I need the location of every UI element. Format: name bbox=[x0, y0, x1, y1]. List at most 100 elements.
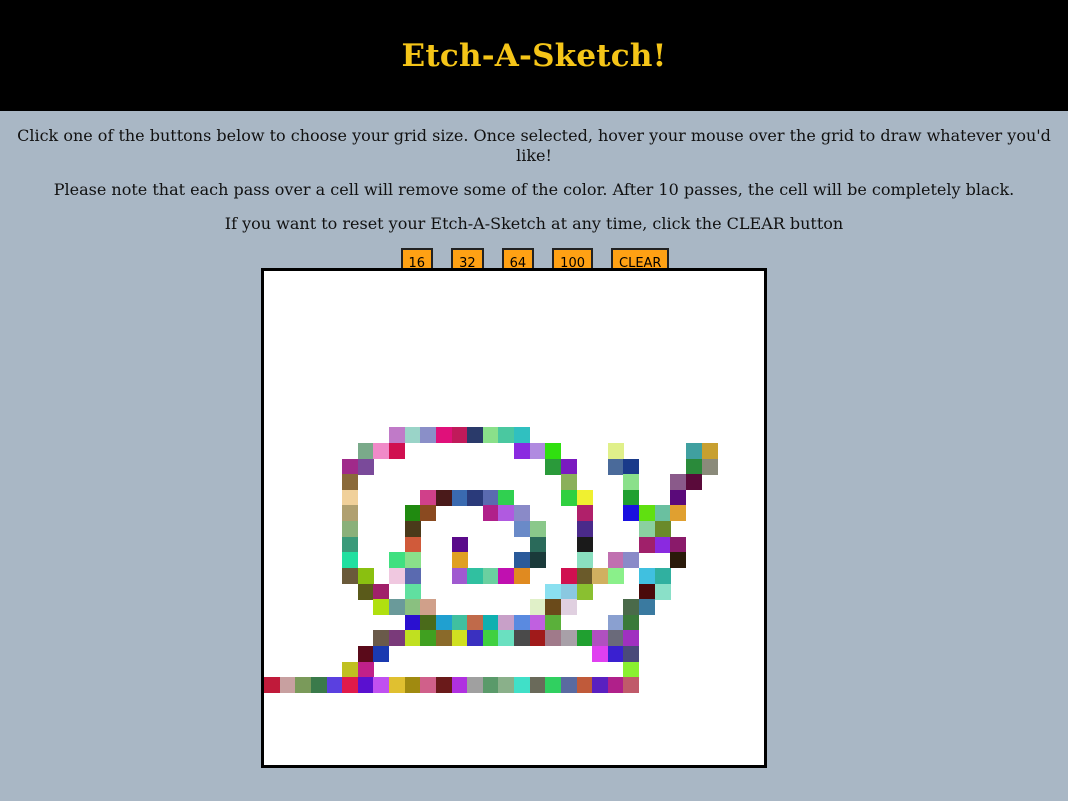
grid-cell[interactable] bbox=[467, 489, 484, 506]
grid-cell[interactable] bbox=[514, 567, 530, 584]
grid-cell[interactable] bbox=[498, 677, 515, 694]
grid-cell[interactable] bbox=[498, 427, 515, 444]
grid-cell[interactable] bbox=[623, 614, 640, 631]
grid-cell[interactable] bbox=[529, 630, 546, 647]
grid-cell[interactable] bbox=[576, 536, 593, 553]
grid-cell[interactable] bbox=[404, 567, 421, 584]
grid-cell[interactable] bbox=[607, 458, 624, 475]
grid-cell[interactable] bbox=[623, 599, 640, 616]
grid-cell[interactable] bbox=[623, 630, 640, 647]
grid-cell[interactable] bbox=[451, 489, 468, 506]
grid-cell[interactable] bbox=[373, 442, 390, 459]
grid-cell[interactable] bbox=[498, 505, 515, 522]
grid-cell[interactable] bbox=[514, 614, 530, 631]
grid-cell[interactable] bbox=[701, 442, 718, 459]
grid-cell[interactable] bbox=[404, 552, 421, 569]
grid-cell[interactable] bbox=[357, 661, 374, 678]
grid-cell[interactable] bbox=[342, 567, 359, 584]
grid-cell[interactable] bbox=[357, 567, 374, 584]
grid-cell[interactable] bbox=[467, 567, 484, 584]
grid-cell[interactable] bbox=[607, 646, 624, 662]
grid-cell[interactable] bbox=[639, 536, 655, 553]
grid-cell[interactable] bbox=[373, 583, 390, 600]
grid-cell[interactable] bbox=[404, 521, 421, 537]
grid-cell[interactable] bbox=[420, 427, 437, 444]
grid-cell[interactable] bbox=[623, 474, 640, 491]
grid-cell[interactable] bbox=[435, 630, 452, 647]
grid-cell[interactable] bbox=[607, 552, 624, 569]
grid-cell[interactable] bbox=[451, 536, 468, 553]
grid-cell[interactable] bbox=[607, 614, 624, 631]
grid-cell[interactable] bbox=[342, 474, 359, 491]
grid-cell[interactable] bbox=[342, 505, 359, 522]
grid-cell[interactable] bbox=[514, 677, 530, 694]
grid-cell[interactable] bbox=[685, 458, 702, 475]
grid-cell[interactable] bbox=[514, 427, 530, 444]
grid-cell[interactable] bbox=[623, 458, 640, 475]
grid-cell[interactable] bbox=[482, 427, 499, 444]
grid-cell[interactable] bbox=[373, 677, 390, 694]
grid-cell[interactable] bbox=[576, 583, 593, 600]
grid-cell[interactable] bbox=[560, 630, 577, 647]
grid-cell[interactable] bbox=[389, 427, 405, 444]
grid-cell[interactable] bbox=[357, 442, 374, 459]
grid-cell[interactable] bbox=[357, 583, 374, 600]
grid-cell[interactable] bbox=[467, 614, 484, 631]
grid-cell[interactable] bbox=[545, 630, 562, 647]
grid-cell[interactable] bbox=[326, 677, 343, 694]
grid-cell[interactable] bbox=[607, 630, 624, 647]
grid-cell[interactable] bbox=[545, 583, 562, 600]
grid-cell[interactable] bbox=[607, 677, 624, 694]
grid-cell[interactable] bbox=[342, 521, 359, 537]
grid-cell[interactable] bbox=[639, 521, 655, 537]
grid-cell[interactable] bbox=[592, 646, 609, 662]
grid-cell[interactable] bbox=[576, 677, 593, 694]
grid-cell[interactable] bbox=[576, 552, 593, 569]
grid-cell[interactable] bbox=[514, 521, 530, 537]
grid-cell[interactable] bbox=[529, 614, 546, 631]
grid-cell[interactable] bbox=[420, 614, 437, 631]
grid-cell[interactable] bbox=[670, 489, 687, 506]
grid-cell[interactable] bbox=[623, 489, 640, 506]
grid-cell[interactable] bbox=[342, 661, 359, 678]
grid-cell[interactable] bbox=[670, 474, 687, 491]
grid-cell[interactable] bbox=[342, 552, 359, 569]
grid-cell[interactable] bbox=[592, 677, 609, 694]
grid-cell[interactable] bbox=[545, 599, 562, 616]
grid-cell[interactable] bbox=[498, 614, 515, 631]
grid-cell[interactable] bbox=[623, 505, 640, 522]
grid-cell[interactable] bbox=[435, 427, 452, 444]
grid-cell[interactable] bbox=[514, 505, 530, 522]
grid-cell[interactable] bbox=[482, 614, 499, 631]
grid-cell[interactable] bbox=[560, 599, 577, 616]
grid-cell[interactable] bbox=[342, 677, 359, 694]
grid-cell[interactable] bbox=[670, 505, 687, 522]
grid-cell[interactable] bbox=[623, 646, 640, 662]
grid-cell[interactable] bbox=[623, 677, 640, 694]
grid-cell[interactable] bbox=[482, 630, 499, 647]
grid-cell[interactable] bbox=[576, 521, 593, 537]
grid-cell[interactable] bbox=[389, 567, 405, 584]
grid-cell[interactable] bbox=[639, 505, 655, 522]
grid-cell[interactable] bbox=[435, 614, 452, 631]
grid-cell[interactable] bbox=[404, 599, 421, 616]
grid-cell[interactable] bbox=[342, 458, 359, 475]
grid-cell[interactable] bbox=[654, 567, 671, 584]
grid-cell[interactable] bbox=[310, 677, 327, 694]
grid-cell[interactable] bbox=[529, 552, 546, 569]
grid-cell[interactable] bbox=[295, 677, 312, 694]
grid-cell[interactable] bbox=[404, 630, 421, 647]
grid-cell[interactable] bbox=[623, 661, 640, 678]
grid-cell[interactable] bbox=[514, 552, 530, 569]
grid-cell[interactable] bbox=[264, 677, 280, 694]
grid-cell[interactable] bbox=[389, 630, 405, 647]
grid-cell[interactable] bbox=[451, 427, 468, 444]
grid-cell[interactable] bbox=[639, 599, 655, 616]
grid-cell[interactable] bbox=[560, 474, 577, 491]
grid-cell[interactable] bbox=[373, 630, 390, 647]
grid-cell[interactable] bbox=[404, 427, 421, 444]
grid-cell[interactable] bbox=[389, 677, 405, 694]
grid-cell[interactable] bbox=[654, 536, 671, 553]
grid-cell[interactable] bbox=[514, 630, 530, 647]
grid-cell[interactable] bbox=[701, 458, 718, 475]
